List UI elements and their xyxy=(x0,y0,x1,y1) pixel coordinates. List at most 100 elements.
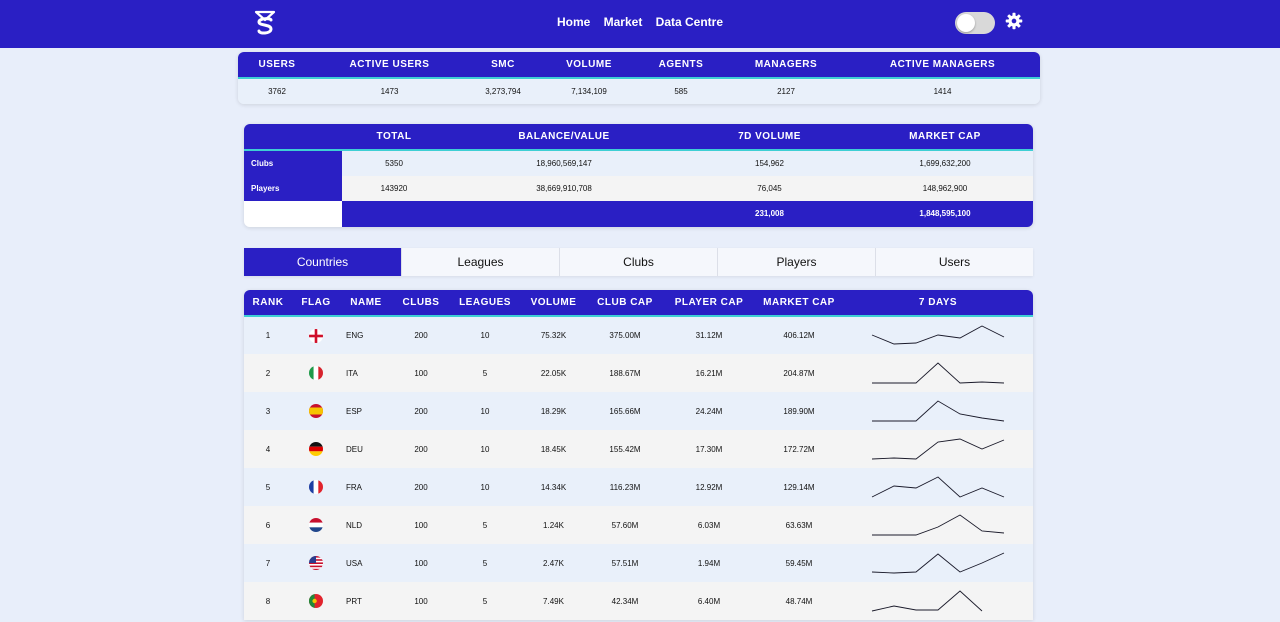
country-leagues: 10 xyxy=(450,468,520,506)
tab-countries[interactable]: Countries xyxy=(244,248,401,276)
country-name[interactable]: ENG xyxy=(340,316,392,354)
country-club-cap: 155.42M xyxy=(587,430,663,468)
country-volume: 7.49K xyxy=(520,582,587,620)
totals-cell-balance: 38,669,910,708 xyxy=(446,175,682,201)
col-header-7-days: 7 DAYS xyxy=(843,290,1033,317)
stats-value-volume: 7,134,109 xyxy=(543,78,635,104)
totals-cell-volume: 76,045 xyxy=(682,175,857,201)
country-rank: 5 xyxy=(244,468,292,506)
totals-header-balance: BALANCE/VALUE xyxy=(446,124,682,151)
seven-day-sparkline xyxy=(871,438,1005,460)
platform-stats-card: USERS ACTIVE USERS SMC VOLUME AGENTS MAN… xyxy=(238,52,1040,104)
country-name[interactable]: ESP xyxy=(340,392,392,430)
seven-day-sparkline xyxy=(871,590,983,612)
country-name[interactable]: ITA xyxy=(340,354,392,392)
totals-cell-total: 143920 xyxy=(342,175,446,201)
stats-header-agents: AGENTS xyxy=(635,52,727,79)
country-clubs: 100 xyxy=(392,506,450,544)
totals-sum-blank xyxy=(244,201,342,227)
totals-header-7d-volume: 7D VOLUME xyxy=(682,124,857,151)
top-navbar: Home Market Data Centre xyxy=(0,0,1280,48)
totals-sum-spacer xyxy=(446,201,682,227)
tab-clubs[interactable]: Clubs xyxy=(559,248,717,276)
totals-row-clubs: Clubs 5350 18,960,569,147 154,962 1,699,… xyxy=(244,150,1033,176)
country-7day-cell xyxy=(843,582,1033,620)
sparkline-series xyxy=(871,324,1005,344)
country-clubs: 100 xyxy=(392,544,450,582)
country-name[interactable]: DEU xyxy=(340,430,392,468)
nav-data-centre-link[interactable]: Data Centre xyxy=(656,15,723,29)
country-leagues: 10 xyxy=(450,392,520,430)
country-row[interactable]: 5 FRA 200 10 14.34K 116.23M 12.92M 129.14M xyxy=(244,468,1033,506)
col-header-club-cap[interactable]: CLUB CAP xyxy=(587,290,663,317)
col-header-rank[interactable]: RANK xyxy=(244,290,292,317)
country-market-cap: 172.72M xyxy=(755,430,843,468)
totals-sum-spacer xyxy=(342,201,446,227)
country-rank: 1 xyxy=(244,316,292,354)
country-volume: 18.45K xyxy=(520,430,587,468)
country-name[interactable]: USA xyxy=(340,544,392,582)
col-header-clubs[interactable]: CLUBS xyxy=(392,290,450,317)
nav-home-link[interactable]: Home xyxy=(557,15,590,29)
country-rank: 7 xyxy=(244,544,292,582)
tab-users[interactable]: Users xyxy=(875,248,1033,276)
country-row[interactable]: 2 ITA 100 5 22.05K 188.67M 16.21M 204.87M xyxy=(244,354,1033,392)
country-name[interactable]: NLD xyxy=(340,506,392,544)
country-row[interactable]: 1 ENG 200 10 75.32K 375.00M 31.12M 406.12M xyxy=(244,316,1033,354)
sparkline-series xyxy=(871,476,1005,498)
nav-market-link[interactable]: Market xyxy=(604,15,643,29)
country-volume: 75.32K xyxy=(520,316,587,354)
country-rank: 2 xyxy=(244,354,292,392)
totals-cell-total: 5350 xyxy=(342,150,446,176)
stats-value-row: 3762 1473 3,273,794 7,134,109 585 2127 1… xyxy=(238,78,1040,104)
category-tabs: Countries Leagues Clubs Players Users xyxy=(244,248,1033,276)
sparkline-series xyxy=(872,514,1005,536)
country-row[interactable]: 8 PRT 100 5 7.49K 42.34M 6.40M 48.74M xyxy=(244,582,1033,620)
col-header-market-cap[interactable]: MARKET CAP xyxy=(755,290,843,317)
seven-day-sparkline xyxy=(872,400,1005,422)
country-row[interactable]: 4 DEU 200 10 18.45K 155.42M 17.30M 172.72M xyxy=(244,430,1033,468)
country-row[interactable]: 6 NLD 100 5 1.24K 57.60M 6.03M 63.63M xyxy=(244,506,1033,544)
stats-header-users: USERS xyxy=(238,52,316,79)
country-volume: 14.34K xyxy=(520,468,587,506)
country-club-cap: 165.66M xyxy=(587,392,663,430)
country-volume: 22.05K xyxy=(520,354,587,392)
country-player-cap: 17.30M xyxy=(663,430,755,468)
country-club-cap: 42.34M xyxy=(587,582,663,620)
country-leagues: 5 xyxy=(450,354,520,392)
col-header-leagues[interactable]: LEAGUES xyxy=(450,290,520,317)
country-leagues: 5 xyxy=(450,582,520,620)
totals-header-blank xyxy=(244,124,342,151)
country-name[interactable]: FRA xyxy=(340,468,392,506)
theme-toggle[interactable] xyxy=(955,12,995,34)
col-header-name[interactable]: NAME xyxy=(340,290,392,317)
country-leagues: 10 xyxy=(450,316,520,354)
seven-day-sparkline xyxy=(871,476,1005,498)
country-rank: 8 xyxy=(244,582,292,620)
country-club-cap: 57.60M xyxy=(587,506,663,544)
country-row[interactable]: 7 USA 100 5 2.47K 57.51M 1.94M 59.45M xyxy=(244,544,1033,582)
country-club-cap: 375.00M xyxy=(587,316,663,354)
totals-row-label: Clubs xyxy=(244,150,342,176)
country-name[interactable]: PRT xyxy=(340,582,392,620)
toggle-knob xyxy=(957,14,975,32)
stats-header-volume: VOLUME xyxy=(543,52,635,79)
country-row[interactable]: 3 ESP 200 10 18.29K 165.66M 24.24M 189.90M xyxy=(244,392,1033,430)
country-7day-cell xyxy=(843,316,1033,354)
col-header-volume[interactable]: VOLUME xyxy=(520,290,587,317)
tab-leagues[interactable]: Leagues xyxy=(401,248,559,276)
tab-players[interactable]: Players xyxy=(717,248,875,276)
country-leagues: 5 xyxy=(450,544,520,582)
country-market-cap: 129.14M xyxy=(755,468,843,506)
totals-sum-row: 231,008 1,848,595,100 xyxy=(244,201,1033,227)
country-clubs: 200 xyxy=(392,316,450,354)
country-market-cap: 59.45M xyxy=(755,544,843,582)
col-header-player-cap[interactable]: PLAYER CAP xyxy=(663,290,755,317)
gear-icon[interactable] xyxy=(1005,12,1023,30)
country-market-cap: 406.12M xyxy=(755,316,843,354)
stats-header-active-users: ACTIVE USERS xyxy=(316,52,463,79)
stats-value-users: 3762 xyxy=(238,78,316,104)
country-volume: 18.29K xyxy=(520,392,587,430)
country-player-cap: 31.12M xyxy=(663,316,755,354)
col-header-flag: FLAG xyxy=(292,290,340,317)
